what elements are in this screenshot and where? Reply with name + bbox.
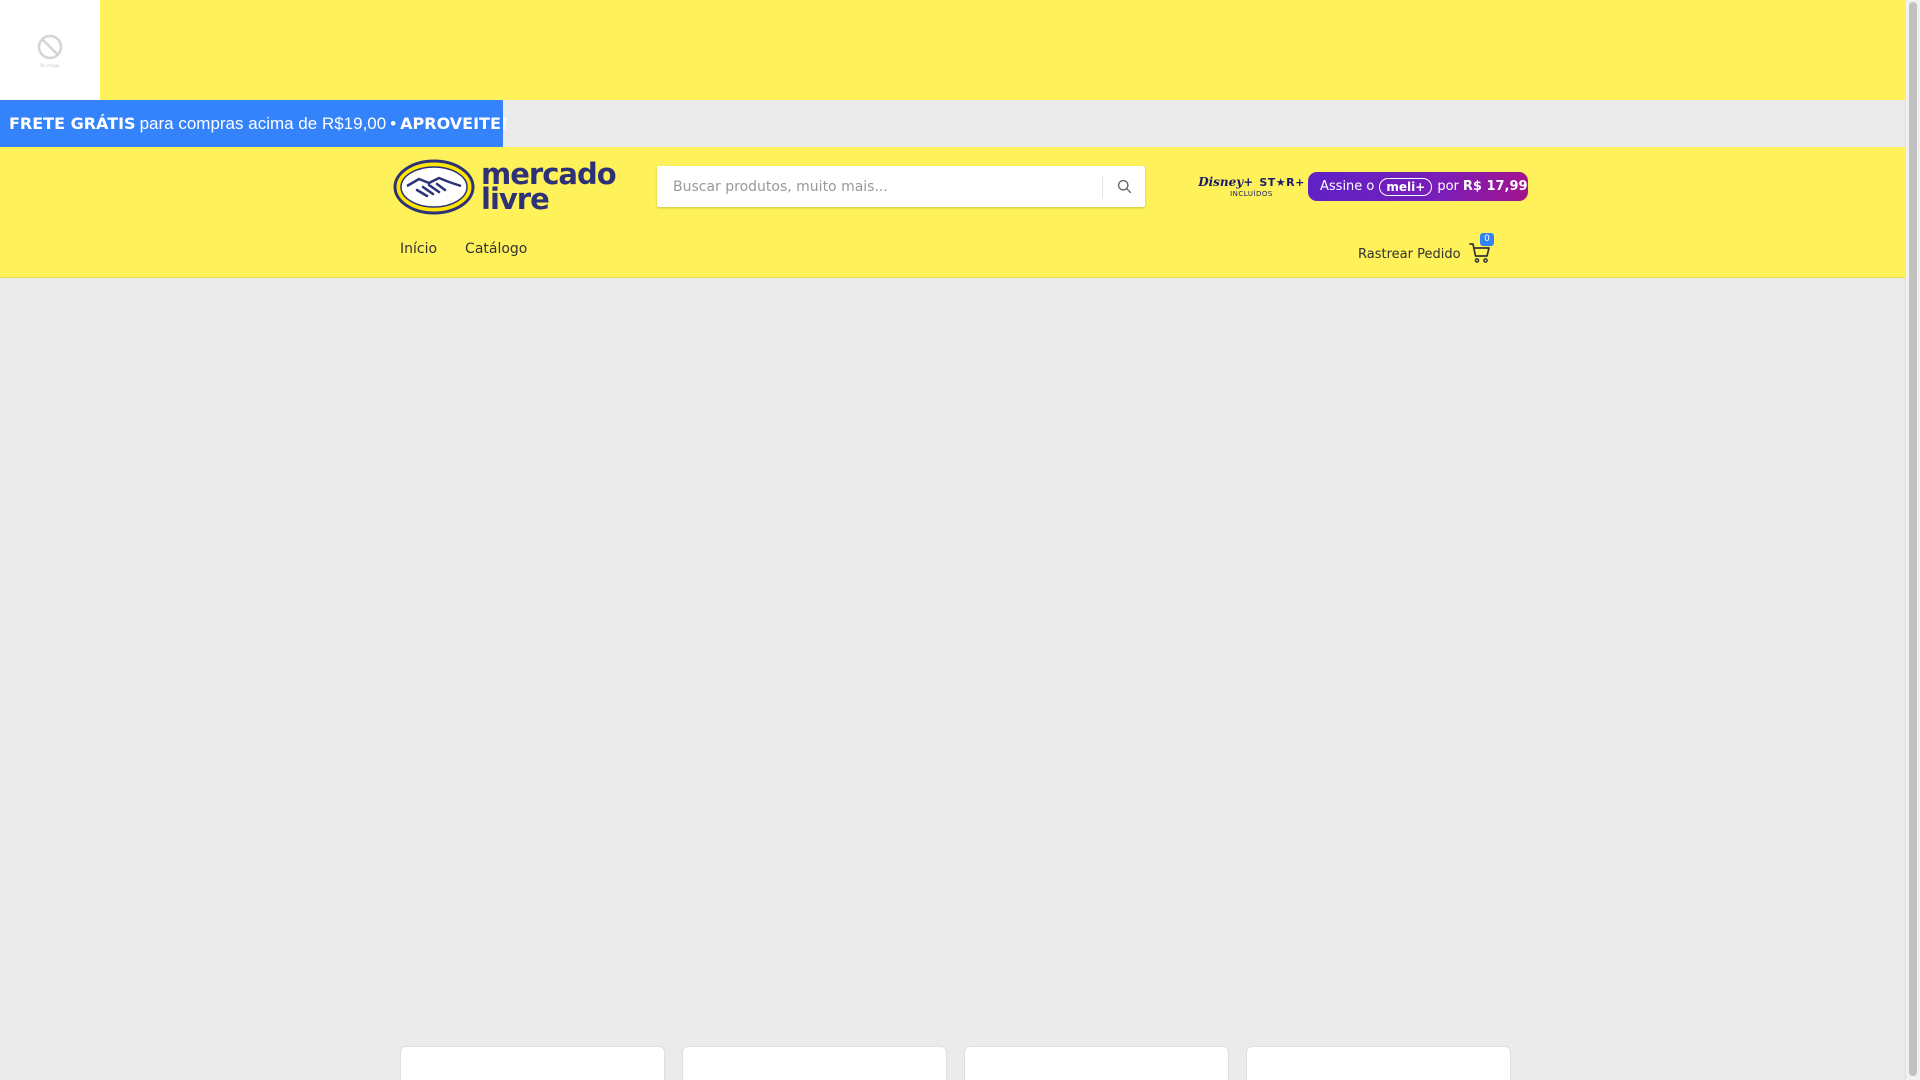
- nav-inicio[interactable]: Início: [400, 241, 437, 257]
- product-card[interactable]: [1246, 1046, 1511, 1080]
- vertical-scrollbar[interactable]: [1905, 0, 1920, 1080]
- product-card-row: [400, 1046, 1511, 1080]
- meli-plus-banner[interactable]: Disney+ ST★R+ INCLUÍDOS Assine o meli+ p…: [1198, 168, 1528, 205]
- por-label: por: [1437, 179, 1459, 194]
- search-input[interactable]: [657, 166, 1102, 207]
- cart-count-badge: 0: [1480, 233, 1494, 246]
- track-order-link[interactable]: Rastrear Pedido: [1358, 247, 1461, 262]
- promo-middle-text: para compras acima de R$19,00: [139, 113, 387, 133]
- promo-cta[interactable]: APROVEITE!: [400, 114, 508, 133]
- mercado-livre-logo[interactable]: mercado livre: [393, 159, 617, 215]
- no-image-icon: [37, 34, 63, 60]
- subscribe-label: Assine o: [1320, 179, 1375, 194]
- site-header: mercado livre Disney+ ST★R+ INCLUÍDOS As…: [0, 147, 1905, 278]
- star-plus-label: ST★R+: [1259, 176, 1305, 189]
- promo-highlight: FRETE GRÁTIS: [9, 114, 136, 133]
- product-card[interactable]: [964, 1046, 1229, 1080]
- free-shipping-promo-bar[interactable]: FRETE GRÁTIS para compras acima de R$19,…: [0, 100, 508, 147]
- nav-catalogo[interactable]: Catálogo: [465, 241, 527, 257]
- search-button[interactable]: [1103, 166, 1145, 207]
- handshake-logo-icon: [393, 159, 475, 215]
- top-banner-strip: No image: [0, 0, 1905, 100]
- included-label: INCLUÍDOS: [1230, 190, 1273, 198]
- main-nav: Início Catálogo: [400, 241, 527, 257]
- no-image-placeholder: No image: [0, 0, 100, 100]
- logo-wordmark: mercado livre: [481, 160, 617, 214]
- no-image-caption: No image: [40, 63, 60, 68]
- promo-separator: •: [390, 113, 397, 133]
- disney-star-block: Disney+ ST★R+ INCLUÍDOS: [1198, 168, 1305, 205]
- meli-plus-pill: Assine o meli+ por R$ 17,99: [1308, 172, 1528, 201]
- meli-plus-logo: meli+: [1379, 177, 1433, 196]
- cart-button[interactable]: 0: [1468, 233, 1494, 265]
- product-card[interactable]: [400, 1046, 665, 1080]
- product-card[interactable]: [682, 1046, 947, 1080]
- promo-row: FRETE GRÁTIS para compras acima de R$19,…: [0, 100, 1905, 147]
- search-icon: [1117, 179, 1131, 194]
- meli-plus-price: R$ 17,99: [1462, 179, 1528, 194]
- scrollbar-thumb[interactable]: [1909, 2, 1917, 1076]
- disney-plus-label: Disney+: [1198, 175, 1254, 189]
- search-bar: [657, 166, 1145, 207]
